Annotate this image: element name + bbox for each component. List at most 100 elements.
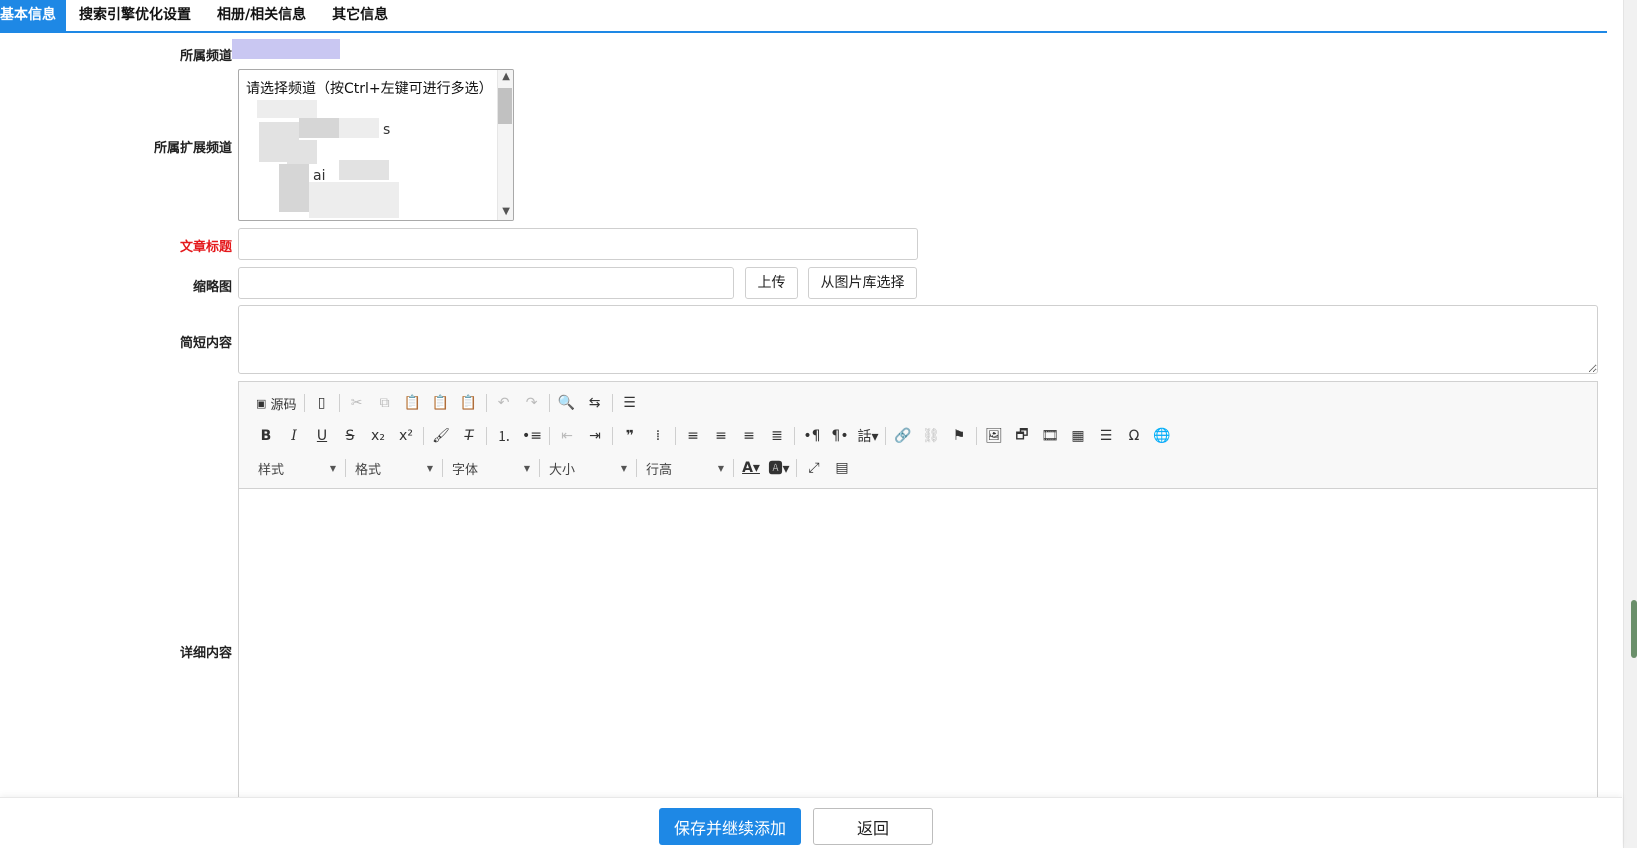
font-combo[interactable]: 字体 ▼ (446, 456, 536, 480)
size-combo[interactable]: 大小 ▼ (543, 456, 633, 480)
toolbar-separator (549, 427, 550, 445)
toolbar-separator (303, 394, 305, 412)
toolbar-separator (548, 394, 550, 412)
strikethrough-icon[interactable]: S (336, 424, 364, 448)
multi-image-icon[interactable]: 🗗 (1008, 424, 1036, 448)
redacted-option (309, 182, 399, 218)
unlink-icon[interactable]: ⛓ (917, 424, 945, 448)
bg-color-icon[interactable]: 🅰▾ (765, 456, 793, 480)
ext-channel-placeholder-option[interactable]: 请选择频道（按Ctrl+左键可进行多选） (246, 78, 493, 98)
styles-combo[interactable]: 样式 ▼ (252, 456, 342, 480)
select-all-icon[interactable]: ☰ (616, 391, 644, 415)
underline-icon[interactable]: U (308, 424, 336, 448)
tab-bar: 基本信息 搜索引擎优化设置 相册/相关信息 其它信息 (0, 0, 1607, 33)
detail-label: 详细内容 (179, 646, 232, 661)
editor-content-area[interactable] (239, 489, 1597, 848)
redacted-option (257, 100, 317, 118)
remove-format-icon[interactable]: T̶ (455, 424, 483, 448)
styles-combo-label: 样式 (258, 462, 285, 478)
italic-icon[interactable]: I (280, 424, 308, 448)
save-and-continue-button[interactable]: 保存并继续添加 (659, 808, 801, 845)
align-left-icon[interactable]: ≡ (679, 424, 707, 448)
format-combo[interactable]: 格式 ▼ (349, 456, 439, 480)
toolbar-row-3: 样式 ▼ 格式 ▼ 字体 ▼ 大小 ▼ 行高 ▼ A▾ 🅰▾ ⤢ ▤ (252, 456, 856, 480)
scroll-down-icon[interactable]: ▼ (502, 206, 510, 217)
iframe-globe-icon[interactable]: 🌐 (1148, 424, 1176, 448)
numbered-list-icon[interactable]: ⒈ (490, 424, 518, 448)
undo-icon[interactable]: ↶ (490, 391, 518, 415)
superscript-icon[interactable]: x² (392, 424, 420, 448)
page-scrollbar-thumb[interactable] (1631, 600, 1637, 658)
toolbar-row-1: ▣ 源码 ▯ ✂ ⧉ 📋 📋 📋 ↶ ↷ 🔍 ⇆ ☰ (252, 391, 644, 415)
show-blocks-icon[interactable]: ▤ (828, 456, 856, 480)
toolbar-separator (423, 427, 424, 445)
replace-icon[interactable]: ⇆ (581, 391, 609, 415)
source-label: 源码 (270, 397, 297, 413)
source-button[interactable]: ▣ 源码 (252, 391, 301, 415)
toolbar-separator (485, 394, 487, 412)
paste-word-icon[interactable]: 📋 (455, 391, 483, 415)
anchor-flag-icon[interactable]: ⚑ (945, 424, 973, 448)
indent-icon[interactable]: ⇥ (581, 424, 609, 448)
tab-album-related[interactable]: 相册/相关信息 (204, 0, 319, 31)
upload-button[interactable]: 上传 (745, 267, 798, 299)
text-color-icon[interactable]: A▾ (737, 456, 765, 480)
ext-channel-label: 所属扩展频道 (153, 141, 232, 156)
chevron-down-icon: ▼ (329, 463, 336, 473)
div-container-icon[interactable]: ⁞ (644, 424, 672, 448)
toolbar-separator (796, 459, 797, 477)
blockquote-icon[interactable]: ❞ (616, 424, 644, 448)
image-icon[interactable]: 🖼 (980, 424, 1008, 448)
chevron-down-icon: ▼ (523, 463, 530, 473)
rtl-icon[interactable]: ¶• (826, 424, 854, 448)
subscript-icon[interactable]: x₂ (364, 424, 392, 448)
page-scrollbar[interactable] (1623, 0, 1637, 848)
title-label: 文章标题 (179, 240, 232, 255)
ext-channel-listbox[interactable]: 请选择频道（按Ctrl+左键可进行多选） s ai ▲ ▼ (238, 69, 514, 221)
link-icon[interactable]: 🔗 (889, 424, 917, 448)
horizontal-line-icon[interactable]: ☰ (1092, 424, 1120, 448)
channel-label: 所属频道 (179, 49, 232, 64)
toolbar-separator (976, 427, 977, 445)
special-char-icon[interactable]: Ω (1120, 424, 1148, 448)
line-height-combo-label: 行高 (646, 462, 673, 478)
scroll-up-icon[interactable]: ▲ (502, 71, 510, 82)
paste-text-icon[interactable]: 📋 (427, 391, 455, 415)
cut-icon[interactable]: ✂ (343, 391, 371, 415)
language-icon[interactable]: 話▾ (854, 424, 882, 448)
find-icon[interactable]: 🔍 (553, 391, 581, 415)
line-height-combo[interactable]: 行高 ▼ (640, 456, 730, 480)
bulleted-list-icon[interactable]: •≡ (518, 424, 546, 448)
back-button[interactable]: 返回 (813, 808, 933, 845)
paste-icon[interactable]: 📋 (399, 391, 427, 415)
tab-other-info[interactable]: 其它信息 (319, 0, 401, 31)
align-justify-icon[interactable]: ≣ (763, 424, 791, 448)
redo-icon[interactable]: ↷ (518, 391, 546, 415)
summary-textarea[interactable] (238, 305, 1598, 374)
toolbar-separator (611, 394, 613, 412)
ltr-icon[interactable]: •¶ (798, 424, 826, 448)
title-input[interactable] (238, 228, 918, 260)
tab-basic-info[interactable]: 基本信息 (0, 0, 66, 31)
toolbar-separator (794, 427, 795, 445)
redacted-option (287, 140, 317, 164)
redacted-option (339, 118, 379, 138)
format-combo-label: 格式 (355, 462, 382, 478)
bold-icon[interactable]: B (252, 424, 280, 448)
align-right-icon[interactable]: ≡ (735, 424, 763, 448)
outdent-icon[interactable]: ⇤ (553, 424, 581, 448)
toolbar-separator (612, 427, 613, 445)
format-painter-icon[interactable]: 🖌 (427, 424, 455, 448)
copy-icon[interactable]: ⧉ (371, 391, 399, 415)
thumbnail-label: 缩略图 (192, 280, 232, 295)
tab-seo-settings[interactable]: 搜索引擎优化设置 (66, 0, 204, 31)
listbox-scrollbar-thumb[interactable] (498, 88, 512, 124)
thumbnail-input[interactable] (238, 267, 734, 299)
choose-from-library-button[interactable]: 从图片库选择 (808, 267, 917, 299)
new-page-icon[interactable]: ▯ (308, 391, 336, 415)
align-center-icon[interactable]: ≡ (707, 424, 735, 448)
table-icon[interactable]: ▦ (1064, 424, 1092, 448)
video-icon[interactable]: 🎞 (1036, 424, 1064, 448)
rich-text-editor: ▣ 源码 ▯ ✂ ⧉ 📋 📋 📋 ↶ ↷ 🔍 ⇆ ☰ B I U S x₂ x² (238, 381, 1598, 848)
maximize-icon[interactable]: ⤢ (800, 456, 828, 480)
